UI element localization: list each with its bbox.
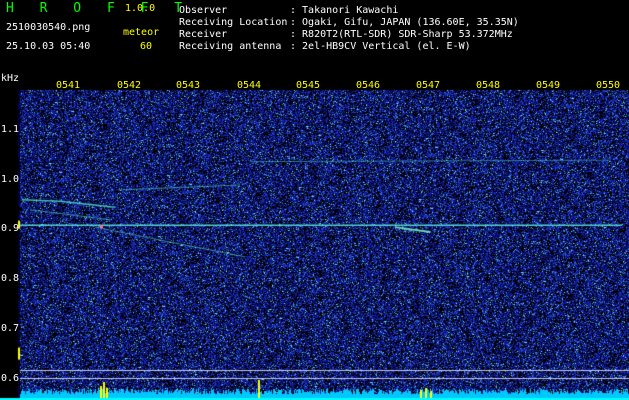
- meteor-count: 60: [140, 41, 153, 52]
- x-tick-0550: 0550: [596, 80, 621, 91]
- file-name: 2510030540.png: [6, 22, 91, 33]
- receiver-label: Receiver: [179, 29, 228, 40]
- receiver-value: : R820T2(RTL-SDR) SDR-Sharp 53.372MHz: [290, 29, 513, 40]
- y-axis-unit: kHz: [1, 73, 20, 84]
- x-tick-0547: 0547: [416, 80, 441, 91]
- header-panel: H R O F F T 1.0.0 2510030540.png 25.10.0…: [0, 0, 629, 78]
- app-version: 1.0.0: [125, 3, 156, 14]
- x-tick-0548: 0548: [476, 80, 501, 91]
- file-datetime: 25.10.03 05:40: [6, 41, 91, 52]
- y-tick-0-8: 0.8: [1, 273, 20, 284]
- x-tick-0545: 0545: [296, 80, 321, 91]
- antenna-label: Receiving antenna: [179, 41, 282, 52]
- y-tick-1-1: 1.1: [1, 124, 20, 135]
- y-tick-0-7: 0.7: [1, 323, 20, 334]
- y-tick-0-9: 0.9: [1, 223, 20, 234]
- x-tick-0549: 0549: [536, 80, 561, 91]
- x-tick-0543: 0543: [176, 80, 201, 91]
- x-tick-0544: 0544: [237, 80, 262, 91]
- meteor-label: meteor: [123, 27, 160, 38]
- x-tick-0542: 0542: [117, 80, 142, 91]
- location-value: : Ogaki, Gifu, JAPAN (136.60E, 35.35N): [290, 17, 519, 28]
- observer-value: : Takanori Kawachi: [290, 5, 399, 16]
- location-label: Receiving Location: [179, 17, 288, 28]
- antenna-value: : 2el-HB9CV Vertical (el. E-W): [290, 41, 471, 52]
- app-title: H R O F F T: [6, 1, 192, 16]
- x-tick-0541: 0541: [56, 80, 81, 91]
- y-tick-0-6: 0.6: [1, 373, 20, 384]
- x-tick-0546: 0546: [356, 80, 381, 91]
- observer-label: Observer: [179, 5, 228, 16]
- spectrogram-canvas: [0, 78, 629, 400]
- y-tick-1-0: 1.0: [1, 174, 20, 185]
